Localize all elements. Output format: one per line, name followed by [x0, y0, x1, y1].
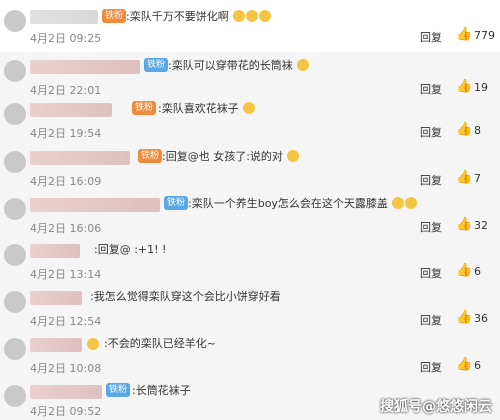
comment-date: 4月2日 13:14 [30, 268, 102, 281]
watermark: 搜狐号@悠悠闲云 [380, 399, 492, 415]
like-icon[interactable]: 👍 [456, 217, 472, 232]
comment-date: 4月2日 09:52 [30, 405, 102, 418]
laugh-cry-emoji-icon [259, 10, 272, 22]
comment-text: :不会的栾队已经羊化~ [104, 335, 216, 351]
comment-date: 4月2日 12:54 [30, 315, 102, 328]
avatar[interactable] [4, 151, 26, 173]
laugh-cry-emoji-icon [233, 10, 246, 22]
emoji-icon [392, 197, 405, 209]
fan-badge: 铁粉 [164, 196, 189, 210]
comment-row: 铁粉 :栾队千万不要饼化啊 4月2日 09:25 回复 👍 779 [0, 0, 500, 59]
like-icon[interactable]: 👍 [456, 170, 472, 185]
avatar[interactable] [4, 60, 26, 82]
avatar[interactable] [4, 385, 26, 407]
like-count: 7 [474, 172, 481, 185]
emoji-icon [287, 150, 300, 162]
username-blurred[interactable] [30, 291, 82, 305]
comment-body: :栾队可以穿带花的长筒袜 [168, 59, 293, 72]
comment-date: 4月2日 10:08 [30, 362, 102, 375]
reply-button[interactable]: 回复 [420, 265, 442, 281]
emoji-icon [405, 197, 418, 209]
like-count: 19 [474, 81, 488, 94]
comment-body: :回复@ :+1! ! [94, 243, 167, 256]
like-count: 6 [474, 265, 481, 278]
avatar[interactable] [4, 103, 26, 125]
comment-body: :栾队喜欢花袜子 [158, 102, 239, 115]
reply-button[interactable]: 回复 [420, 359, 442, 375]
emoji-icon [297, 59, 310, 71]
like-icon[interactable]: 👍 [456, 263, 472, 278]
comment-text: :栾队喜欢花袜子 [158, 100, 256, 116]
reply-button[interactable]: 回复 [420, 29, 442, 45]
avatar[interactable] [4, 198, 26, 220]
comment-text: :栾队千万不要饼化啊 [126, 8, 272, 24]
comment-text: :回复@ :+1! ! [94, 241, 166, 257]
like-icon[interactable]: 👍 [456, 310, 472, 325]
fan-badge: 铁粉 [106, 383, 131, 397]
username-blurred[interactable] [30, 198, 160, 212]
comment-text: :长筒花袜子 [132, 382, 191, 398]
comment-text: :栾队可以穿带花的长筒袜 [168, 57, 310, 73]
comment-body: :不会的栾队已经羊化~ [104, 337, 216, 350]
fan-badge: 铁粉 [102, 9, 127, 23]
reply-button[interactable]: 回复 [420, 219, 442, 235]
like-count: 8 [474, 124, 481, 137]
comment-date: 4月2日 16:06 [30, 222, 102, 235]
cat-emoji-icon [243, 102, 256, 114]
username-blurred[interactable] [30, 244, 80, 258]
username-blurred[interactable] [30, 60, 140, 74]
like-count: 36 [474, 312, 488, 325]
avatar[interactable] [4, 10, 26, 32]
like-count: 6 [474, 359, 481, 372]
avatar[interactable] [4, 244, 26, 266]
username-blurred[interactable] [30, 151, 130, 165]
reply-button[interactable]: 回复 [420, 172, 442, 188]
comment-list: 铁粉 :栾队千万不要饼化啊 4月2日 09:25 回复 👍 779 铁粉 :栾队… [0, 0, 500, 420]
username-blurred[interactable] [30, 10, 98, 24]
like-count: 779 [474, 29, 495, 42]
fan-badge: 铁粉 [144, 58, 169, 72]
comment-text: :回复@也 女孩了:说的对 [162, 148, 300, 164]
comment-body: :栾队千万不要饼化啊 [126, 10, 229, 23]
comment-date: 4月2日 16:09 [30, 175, 102, 188]
username-blurred[interactable] [30, 385, 102, 399]
comment-date: 4月2日 19:54 [30, 127, 102, 140]
fan-badge: 铁粉 [132, 101, 157, 115]
reply-button[interactable]: 回复 [420, 312, 442, 328]
like-icon[interactable]: 👍 [456, 122, 472, 137]
comment-text: :我怎么觉得栾队穿这个会比小饼穿好看 [90, 288, 281, 304]
comment-body: :长筒花袜子 [132, 384, 191, 397]
like-icon[interactable]: 👍 [456, 357, 472, 372]
laugh-cry-emoji-icon [246, 10, 259, 22]
reply-button[interactable]: 回复 [420, 124, 442, 140]
fan-badge: 铁粉 [138, 149, 163, 163]
avatar[interactable] [4, 338, 26, 360]
emoji-icon [87, 338, 99, 350]
username-blurred[interactable] [30, 103, 112, 117]
comment-body: :栾队一个养生boy怎么会在这个天露膝盖 [188, 197, 388, 210]
comment-body: :回复@也 女孩了:说的对 [162, 150, 283, 163]
username-blurred[interactable] [30, 338, 82, 352]
like-icon[interactable]: 👍 [456, 27, 472, 42]
like-icon[interactable]: 👍 [456, 79, 472, 94]
avatar[interactable] [4, 291, 26, 313]
comment-body: :我怎么觉得栾队穿这个会比小饼穿好看 [90, 290, 281, 303]
like-count: 32 [474, 219, 488, 232]
comment-date: 4月2日 09:25 [30, 32, 102, 45]
comment-text: :栾队一个养生boy怎么会在这个天露膝盖 [188, 195, 418, 211]
